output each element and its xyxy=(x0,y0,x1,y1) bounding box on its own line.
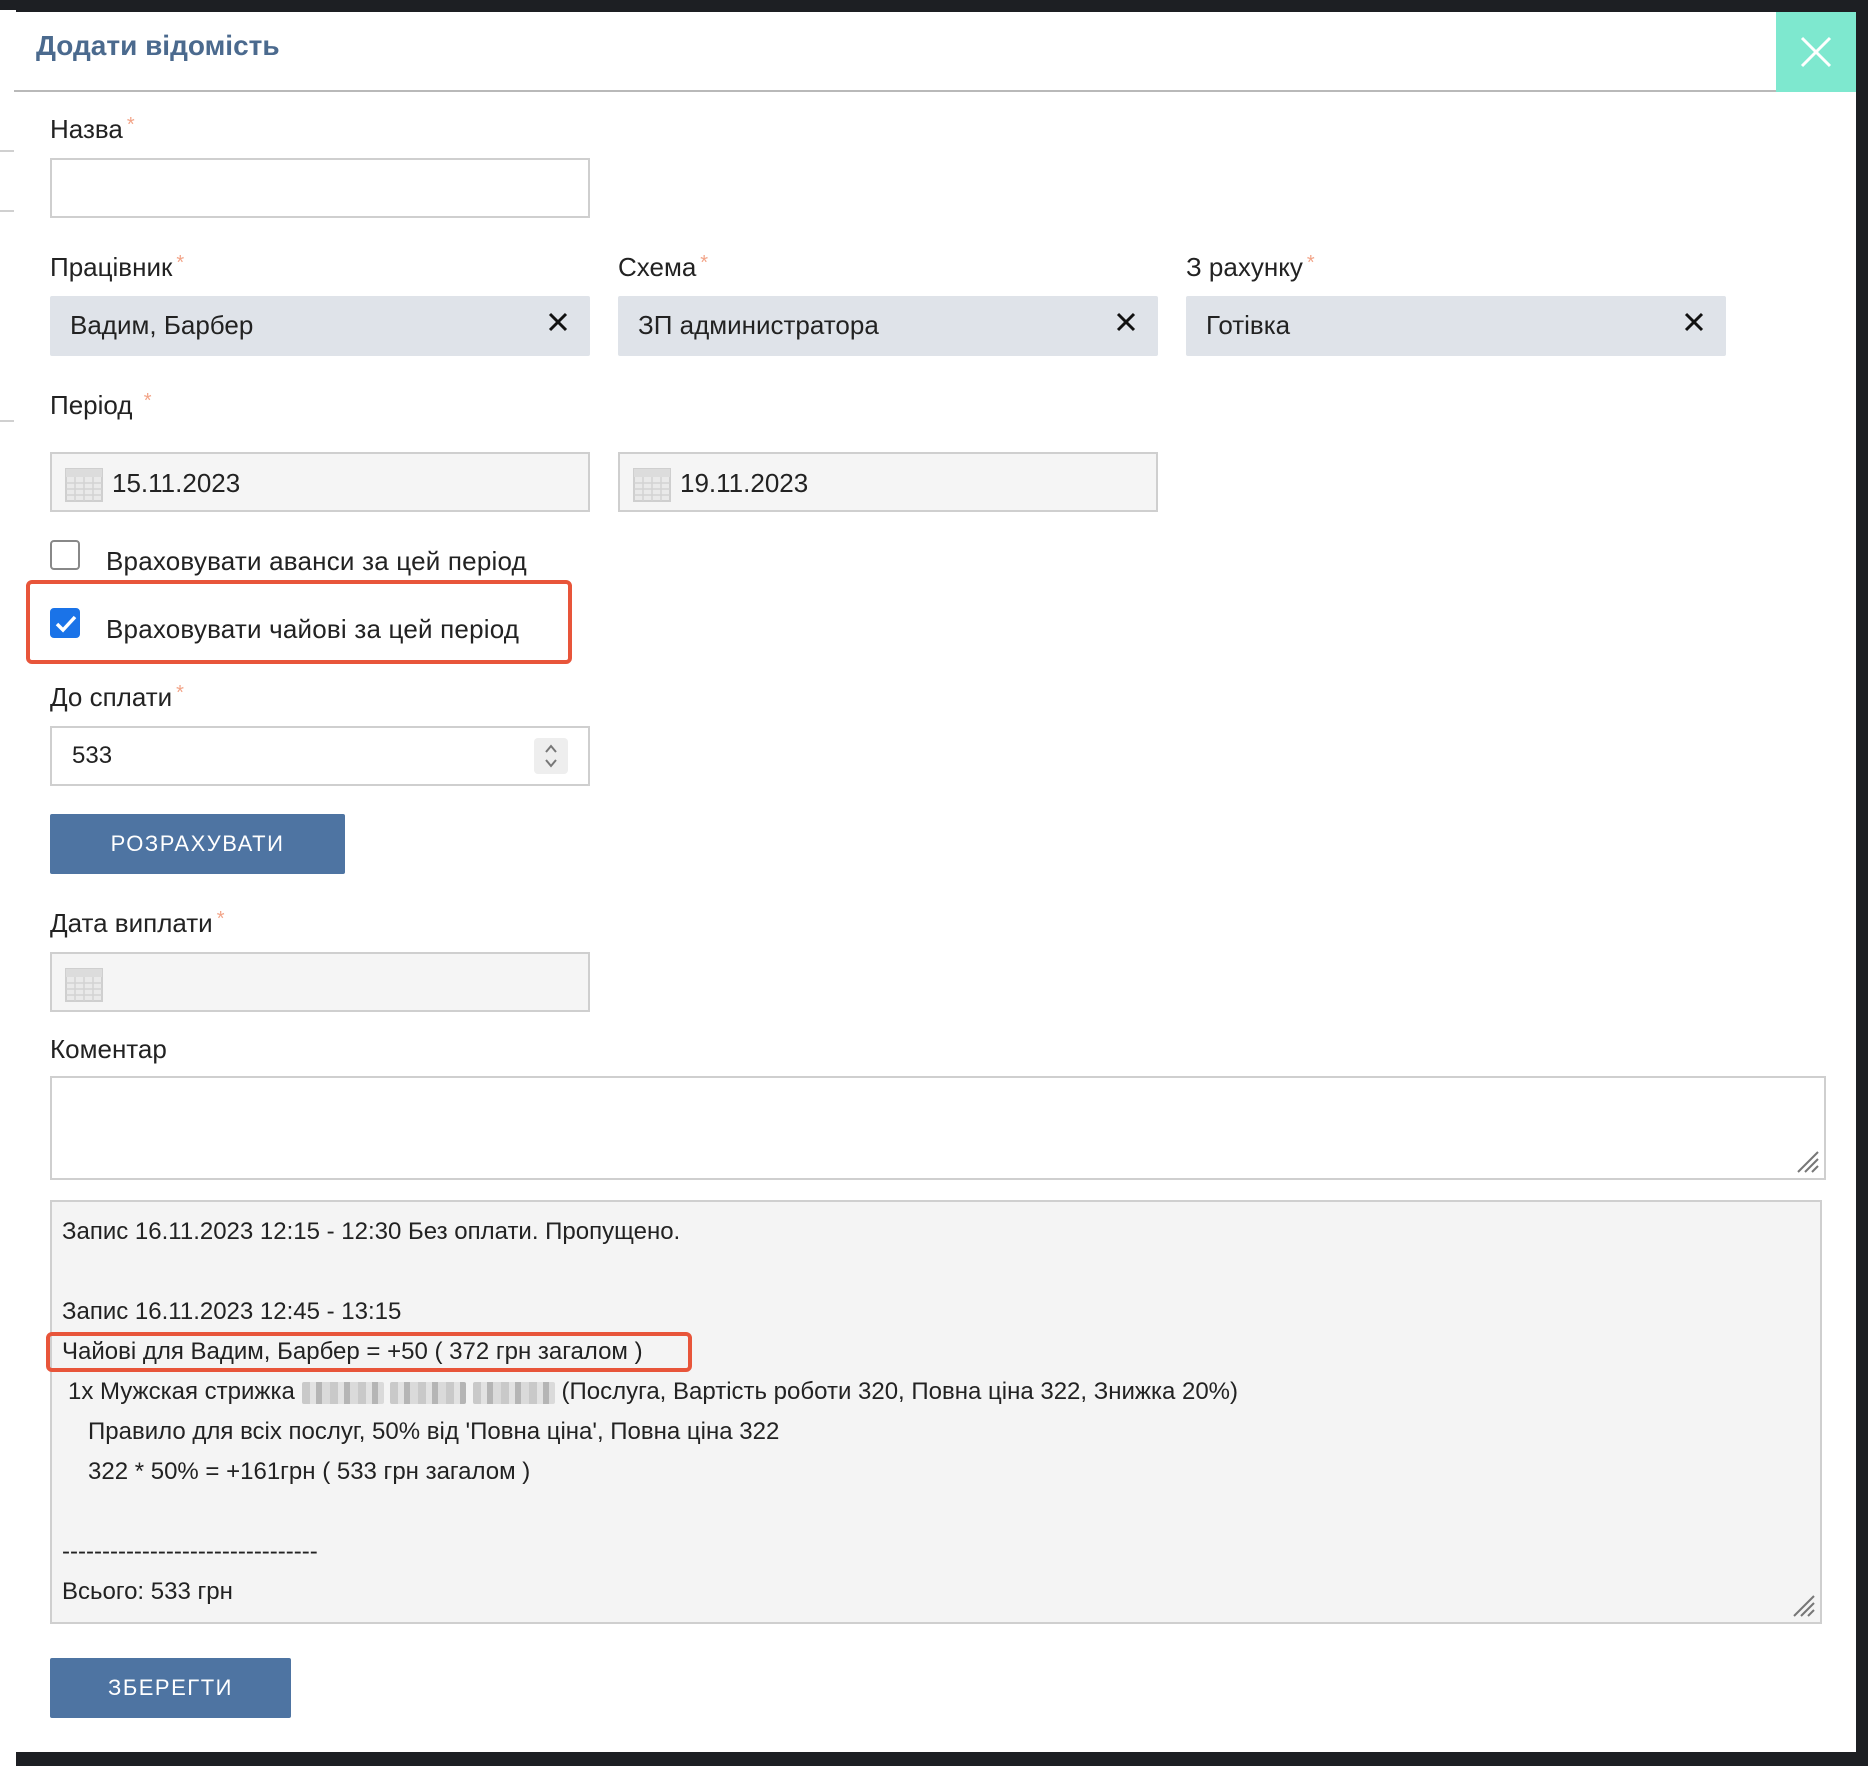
clear-icon[interactable] xyxy=(544,308,572,336)
modal-title: Додати відомість xyxy=(36,30,280,61)
account-label: З рахунку * xyxy=(1186,252,1315,282)
advances-checkbox[interactable] xyxy=(50,540,80,570)
account-value: Готівка xyxy=(1206,310,1291,340)
save-button[interactable]: ЗБЕРЕГТИ xyxy=(50,1658,291,1718)
log-line-skipped: Запис 16.11.2023 12:15 - 12:30 Без оплат… xyxy=(62,1218,681,1245)
pay-date-label: Дата виплати * xyxy=(50,908,225,938)
log-total: Всього: 533 грн xyxy=(62,1578,233,1605)
employee-select[interactable]: Вадим, Барбер xyxy=(50,296,590,356)
scheme-label: Схема * xyxy=(618,252,709,282)
period-from-input[interactable]: 15.11.2023 xyxy=(50,452,590,512)
calendar-icon xyxy=(65,468,103,502)
employee-value: Вадим, Барбер xyxy=(70,310,254,340)
close-icon xyxy=(1800,36,1832,68)
tips-checkbox[interactable] xyxy=(50,608,80,638)
resize-handle-icon[interactable] xyxy=(1794,1148,1820,1174)
name-label: Назва * xyxy=(50,114,135,144)
scheme-value: ЗП администратора xyxy=(638,310,879,340)
scheme-select[interactable]: ЗП администратора xyxy=(618,296,1158,356)
resize-handle-icon[interactable] xyxy=(1790,1592,1816,1618)
number-stepper[interactable] xyxy=(534,738,568,774)
redacted-block xyxy=(390,1381,467,1404)
log-separator: -------------------------------- xyxy=(62,1538,318,1565)
log-line-tips: Чайові для Вадим, Барбер = +50 ( 372 грн… xyxy=(62,1338,643,1365)
tips-checkbox-label: Враховувати чайові за цей період xyxy=(106,614,520,644)
period-to-value: 19.11.2023 xyxy=(680,468,809,498)
period-to-input[interactable]: 19.11.2023 xyxy=(618,452,1158,512)
redacted-block xyxy=(301,1381,384,1404)
stepper-arrows-icon xyxy=(545,744,557,768)
to-pay-label: До сплати * xyxy=(50,682,184,712)
close-button[interactable] xyxy=(1776,12,1856,92)
checkmark-icon xyxy=(55,615,77,633)
account-select[interactable]: Готівка xyxy=(1186,296,1726,356)
comment-label: Коментар xyxy=(50,1034,167,1064)
log-line-service: 1x Мужская стрижка (Послуга, Вартість ро… xyxy=(68,1378,1239,1405)
to-pay-input[interactable]: 533 xyxy=(50,726,590,786)
log-line-calc: 322 * 50% = +161грн ( 533 грн загалом ) xyxy=(88,1458,531,1485)
calculate-button[interactable]: РОЗРАХУВАТИ xyxy=(50,814,345,874)
calendar-icon xyxy=(65,968,103,1002)
log-line-rule: Правило для всіх послуг, 50% від 'Повна … xyxy=(88,1418,780,1445)
period-label: Період * xyxy=(50,390,152,420)
modal-header xyxy=(14,12,1856,92)
clear-icon[interactable] xyxy=(1680,308,1708,336)
name-input[interactable] xyxy=(50,158,590,218)
clear-icon[interactable] xyxy=(1112,308,1140,336)
pay-date-input[interactable] xyxy=(50,952,590,1012)
period-from-value: 15.11.2023 xyxy=(112,468,241,498)
calendar-icon xyxy=(633,468,671,502)
redacted-block xyxy=(472,1381,555,1404)
comment-textarea[interactable] xyxy=(50,1076,1826,1180)
to-pay-value: 533 xyxy=(72,742,113,769)
employee-label: Працівник * xyxy=(50,252,185,282)
advances-checkbox-label: Враховувати аванси за цей період xyxy=(106,546,527,576)
log-line-record: Запис 16.11.2023 12:45 - 13:15 xyxy=(62,1298,402,1325)
